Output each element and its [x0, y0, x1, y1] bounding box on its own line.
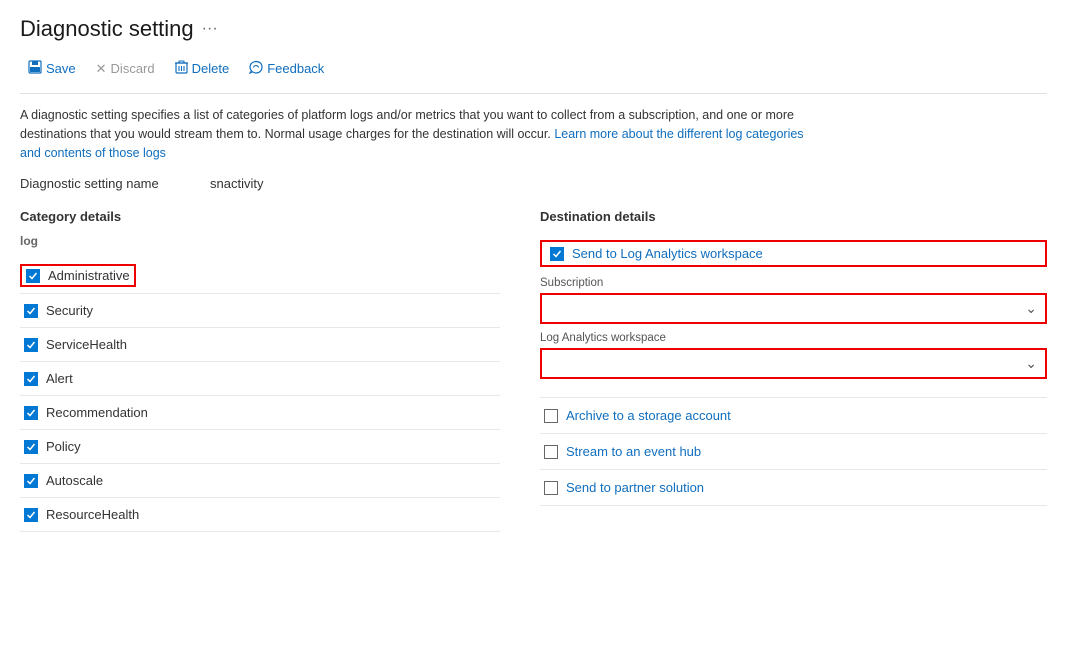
setting-name-value: snactivity [210, 176, 263, 191]
category-details-panel: Category details log Administrative Secu… [20, 209, 530, 532]
workspace-dropdown[interactable]: ⌄ [540, 348, 1047, 379]
category-row-administrative: Administrative [20, 258, 500, 294]
autoscale-checkbox[interactable] [24, 474, 38, 488]
save-button[interactable]: Save [20, 56, 84, 81]
workspace-section: Log Analytics workspace ⌄ [540, 332, 1047, 379]
delete-icon [175, 60, 188, 77]
log-analytics-label[interactable]: Send to Log Analytics workspace [572, 246, 763, 261]
recommendation-label: Recommendation [46, 405, 148, 420]
category-row-policy: Policy [20, 430, 500, 464]
servicehealth-label: ServiceHealth [46, 337, 127, 352]
resourcehealth-checkbox[interactable] [24, 508, 38, 522]
feedback-icon [249, 60, 263, 77]
eventhub-checkbox[interactable] [544, 445, 558, 459]
page-title-ellipsis[interactable]: ··· [202, 20, 218, 38]
dest-row-eventhub: Stream to an event hub [540, 434, 1047, 470]
category-row-servicehealth: ServiceHealth [20, 328, 500, 362]
main-content: Category details log Administrative Secu… [20, 209, 1047, 532]
page-title-container: Diagnostic setting ··· [20, 16, 1047, 42]
discard-label: Discard [111, 61, 155, 76]
servicehealth-checkbox[interactable] [24, 338, 38, 352]
delete-label: Delete [192, 61, 230, 76]
security-checkbox[interactable] [24, 304, 38, 318]
administrative-highlighted: Administrative [20, 264, 136, 287]
category-row-security: Security [20, 294, 500, 328]
workspace-label: Log Analytics workspace [540, 332, 1047, 344]
log-analytics-checkbox[interactable] [550, 247, 564, 261]
discard-button[interactable]: ✕ Discard [88, 57, 163, 81]
workspace-chevron-icon: ⌄ [1025, 355, 1037, 372]
security-label: Security [46, 303, 93, 318]
destination-details-panel: Destination details Send to Log Analytic… [530, 209, 1047, 532]
setting-name-label: Diagnostic setting name [20, 176, 180, 191]
administrative-checkbox[interactable] [26, 269, 40, 283]
page-title: Diagnostic setting [20, 16, 194, 42]
subscription-label: Subscription [540, 277, 1047, 289]
category-details-label: Category details [20, 209, 500, 224]
dest-row-storage: Archive to a storage account [540, 398, 1047, 434]
eventhub-label[interactable]: Stream to an event hub [566, 444, 701, 459]
category-row-autoscale: Autoscale [20, 464, 500, 498]
feedback-button[interactable]: Feedback [241, 56, 332, 81]
discard-icon: ✕ [96, 61, 107, 77]
policy-checkbox[interactable] [24, 440, 38, 454]
storage-checkbox[interactable] [544, 409, 558, 423]
save-icon [28, 60, 42, 77]
recommendation-checkbox[interactable] [24, 406, 38, 420]
category-row-alert: Alert [20, 362, 500, 396]
feedback-label: Feedback [267, 61, 324, 76]
log-analytics-highlighted: Send to Log Analytics workspace [540, 240, 1047, 267]
alert-checkbox[interactable] [24, 372, 38, 386]
destination-details-label: Destination details [540, 209, 1047, 224]
info-text: A diagnostic setting specifies a list of… [20, 106, 820, 162]
delete-button[interactable]: Delete [167, 56, 238, 81]
subscription-dropdown[interactable]: ⌄ [540, 293, 1047, 324]
log-analytics-section: Send to Log Analytics workspace Subscrip… [540, 234, 1047, 398]
autoscale-label: Autoscale [46, 473, 103, 488]
dest-row-partner: Send to partner solution [540, 470, 1047, 506]
administrative-label: Administrative [48, 268, 130, 283]
subscription-section: Subscription ⌄ [540, 277, 1047, 324]
policy-label: Policy [46, 439, 81, 454]
partner-checkbox[interactable] [544, 481, 558, 495]
resourcehealth-label: ResourceHealth [46, 507, 139, 522]
log-sublabel: log [20, 234, 500, 252]
partner-label[interactable]: Send to partner solution [566, 480, 704, 495]
alert-label: Alert [46, 371, 73, 386]
subscription-chevron-icon: ⌄ [1025, 300, 1037, 317]
toolbar: Save ✕ Discard Delete Feedback [20, 56, 1047, 94]
category-row-resourcehealth: ResourceHealth [20, 498, 500, 532]
category-row-recommendation: Recommendation [20, 396, 500, 430]
setting-name-row: Diagnostic setting name snactivity [20, 176, 1047, 191]
storage-label[interactable]: Archive to a storage account [566, 408, 731, 423]
save-label: Save [46, 61, 76, 76]
